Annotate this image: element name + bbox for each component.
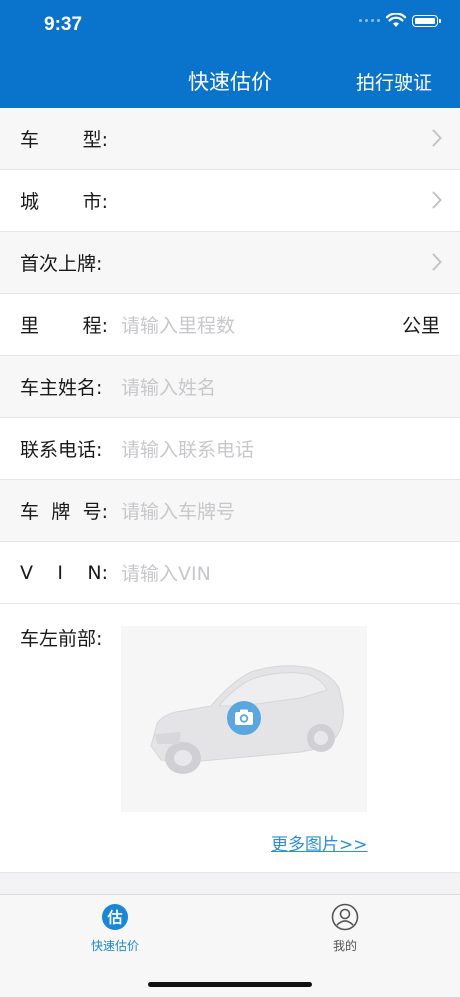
status-time: 9:37 [44, 14, 83, 35]
front-left-photo-label: 车左前部: [20, 628, 103, 650]
scan-license-button[interactable]: 拍行驶证 [356, 68, 432, 95]
chevron-right-icon [432, 191, 442, 209]
city-row[interactable]: 城市: [0, 170, 460, 232]
chevron-right-icon [432, 129, 442, 147]
mileage-label: 里程: [20, 315, 108, 337]
svg-text:估: 估 [106, 909, 122, 927]
wifi-icon [386, 13, 406, 27]
valuation-form: 车型: 城市: 首次上牌: 里程: 请输入里程数 公里 车主姓名: 请输入姓名 … [0, 108, 460, 873]
owner-name-label: 车主姓名: [20, 377, 103, 399]
contact-phone-label: 联系电话: [20, 439, 103, 461]
city-label: 城市: [20, 191, 108, 213]
owner-name-row: 车主姓名: 请输入姓名 [0, 356, 460, 418]
vin-label: V I N: [20, 561, 108, 584]
vin-input[interactable]: 请输入VIN [121, 559, 211, 586]
battery-icon [412, 14, 441, 27]
plate-number-label: 车牌号: [20, 501, 108, 523]
cellular-signal-icon [359, 19, 380, 22]
mileage-row: 里程: 请输入里程数 公里 [0, 294, 460, 356]
plate-number-row: 车牌号: 请输入车牌号 [0, 480, 460, 542]
car-model-label: 车型: [20, 129, 108, 151]
contact-phone-input[interactable]: 请输入联系电话 [121, 435, 254, 462]
status-indicators [359, 13, 441, 28]
user-profile-icon [331, 903, 359, 931]
tab-quick-valuation[interactable]: 估 快速估价 [65, 903, 165, 954]
tab-mine[interactable]: 我的 [295, 903, 395, 954]
more-photos-link[interactable]: 更多图片>> [271, 830, 368, 855]
owner-name-input[interactable]: 请输入姓名 [121, 373, 216, 400]
vin-row: V I N: 请输入VIN [0, 542, 460, 604]
chevron-right-icon [432, 253, 442, 271]
first-registration-row[interactable]: 首次上牌: [0, 232, 460, 294]
mileage-unit: 公里 [401, 315, 440, 337]
valuation-icon: 估 [102, 904, 128, 930]
tab-quick-valuation-label: 快速估价 [90, 939, 139, 953]
mileage-input[interactable]: 请输入里程数 [121, 311, 235, 338]
camera-icon[interactable] [227, 701, 261, 735]
tab-mine-label: 我的 [332, 939, 357, 953]
first-registration-label: 首次上牌: [20, 253, 103, 275]
front-left-photo-upload[interactable] [121, 626, 367, 812]
home-indicator [148, 982, 312, 987]
contact-phone-row: 联系电话: 请输入联系电话 [0, 418, 460, 480]
plate-number-input[interactable]: 请输入车牌号 [121, 497, 235, 524]
app-header: 9:37 快速估价 拍行驶证 [0, 0, 460, 108]
front-left-photo-row: 车左前部: 更多图片>> [0, 604, 460, 873]
car-model-row[interactable]: 车型: [0, 108, 460, 170]
